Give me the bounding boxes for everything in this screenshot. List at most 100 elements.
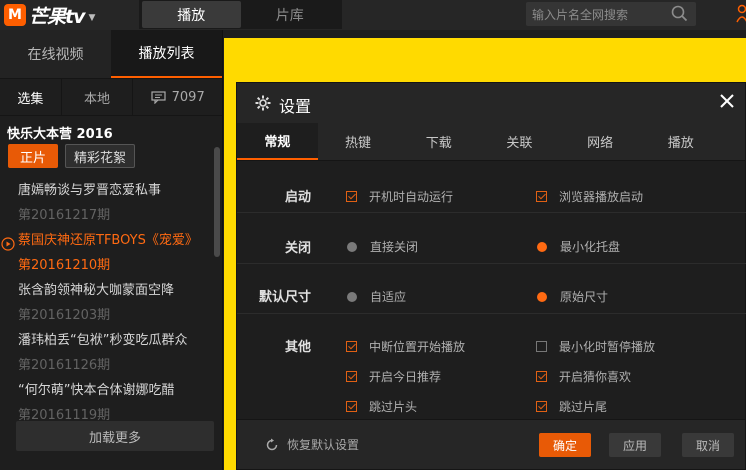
tab-general[interactable]: 常规: [237, 123, 318, 160]
tab-library[interactable]: 片库: [241, 1, 340, 28]
row-label-other: 其他: [284, 340, 311, 355]
sidebar-tabs: 在线视频 播放列表: [0, 30, 222, 79]
checkbox-today-recommend[interactable]: 开启今日推荐: [346, 368, 441, 385]
episode-date: 第20161217期: [18, 208, 111, 223]
option-label: 跳过片尾: [559, 400, 608, 414]
tab-episodes[interactable]: 选集: [0, 79, 62, 115]
checkbox-checked: [536, 371, 547, 382]
scrollbar[interactable]: [214, 147, 220, 257]
option-label: 直接关闭: [370, 240, 419, 254]
checkbox-skip-intro[interactable]: 跳过片头: [346, 398, 417, 415]
row-label-close: 关闭: [284, 241, 311, 256]
episode-list: 唐嫣畅谈与罗晋恋爱私事 第20161217期 蔡国庆神还原TFBOYS《宠爱》 …: [0, 176, 215, 426]
comments-button[interactable]: 7097: [133, 79, 222, 115]
checkbox-guess-you-like[interactable]: 开启猜你喜欢: [536, 368, 631, 385]
radio-selected: [537, 241, 547, 252]
radio-minimize-tray[interactable]: 最小化托盘: [537, 238, 620, 255]
row-label-startup: 启动: [284, 190, 311, 205]
play-icon: [1, 237, 15, 251]
row-label-default-size: 默认尺寸: [258, 290, 311, 305]
option-label: 跳过片头: [369, 400, 418, 414]
search-icon[interactable]: [671, 5, 688, 22]
tab-association[interactable]: 关联: [479, 123, 560, 160]
tab-network[interactable]: 网络: [559, 123, 641, 160]
radio-unselected: [347, 291, 357, 302]
list-item-active[interactable]: 蔡国庆神还原TFBOYS《宠爱》 第20161210期: [0, 226, 215, 276]
checkbox-checked: [536, 401, 547, 412]
load-more-button[interactable]: 加载更多: [16, 421, 214, 451]
close-icon[interactable]: [719, 93, 735, 109]
list-item[interactable]: 唐嫣畅谈与罗晋恋爱私事 第20161217期: [0, 176, 215, 226]
tab-download[interactable]: 下载: [398, 123, 480, 160]
list-item[interactable]: “何尔萌”快本合体谢娜吃醋 第20161119期: [0, 376, 215, 426]
radio-original-size[interactable]: 原始尺寸: [537, 288, 608, 305]
list-item[interactable]: 张含韵领神秘大咖蒙面空降 第20161203期: [0, 276, 215, 326]
top-bar: M 芒果tv ▼ 播放 片库 输入片名全网搜索: [0, 0, 746, 30]
episode-title: “何尔萌”快本合体谢娜吃醋: [18, 383, 175, 398]
comment-icon: [151, 90, 166, 104]
episode-date: 第20161126期: [18, 358, 111, 373]
divider: [237, 212, 746, 213]
divider: [237, 263, 746, 264]
dialog-header: 设置: [237, 83, 745, 123]
episode-date: 第20161203期: [18, 308, 111, 323]
checkbox-skip-outro[interactable]: 跳过片尾: [536, 398, 607, 415]
category-chips: 正片 精彩花絮: [0, 141, 222, 169]
chip-highlights[interactable]: 精彩花絮: [65, 144, 136, 168]
tab-play[interactable]: 播放: [142, 1, 241, 28]
user-icon[interactable]: [736, 4, 746, 24]
tab-playback[interactable]: 播放: [640, 123, 722, 160]
sidebar: 在线视频 播放列表 选集 本地 7097 快乐大本营 2016 正片 精彩花絮 …: [0, 30, 223, 470]
episode-title: 张含韵领神秘大咖蒙面空降: [18, 283, 175, 298]
checkbox-pause-on-minimize[interactable]: 最小化时暂停播放: [536, 338, 655, 355]
episode-date: 第20161210期: [18, 258, 111, 273]
option-label: 原始尺寸: [560, 290, 609, 304]
option-label: 中断位置开始播放: [369, 340, 466, 354]
settings-dialog: 设置 常规 热键 下载 关联 网络 播放 启动 开机时自动运行 浏览器播放启动: [236, 82, 746, 470]
tab-hotkeys[interactable]: 热键: [317, 123, 399, 160]
logo-badge: M: [4, 4, 26, 26]
episode-title: 蔡国庆神还原TFBOYS《宠爱》: [18, 233, 198, 248]
option-label: 最小化托盘: [560, 240, 621, 254]
option-label: 自适应: [370, 290, 407, 304]
search-placeholder: 输入片名全网搜索: [532, 8, 629, 22]
checkbox-checked: [346, 371, 357, 382]
radio-selected: [537, 291, 547, 302]
checkbox-checked: [346, 341, 357, 352]
list-item[interactable]: 潘玮柏丢“包袱”秒变吃瓜群众 第20161126期: [0, 326, 215, 376]
apply-button[interactable]: 应用: [609, 433, 661, 457]
refresh-icon: [266, 438, 278, 450]
dialog-tabs: 常规 热键 下载 关联 网络 播放: [237, 123, 745, 161]
checkbox-checked: [346, 191, 357, 202]
checkbox-checked: [346, 401, 357, 412]
ok-button[interactable]: 确定: [539, 433, 591, 457]
tab-playlist[interactable]: 播放列表: [111, 30, 222, 78]
radio-close-direct[interactable]: 直接关闭: [347, 238, 418, 255]
top-tab-bar: 播放 片库: [139, 0, 342, 29]
search-input[interactable]: 输入片名全网搜索: [526, 2, 696, 26]
sidebar-sub-tabs: 选集 本地 7097: [0, 79, 222, 116]
chevron-down-icon[interactable]: ▼: [88, 13, 95, 23]
reset-label: 恢复默认设置: [287, 438, 360, 452]
tab-online-video[interactable]: 在线视频: [0, 30, 111, 78]
radio-adaptive[interactable]: 自适应: [347, 288, 406, 305]
tab-local[interactable]: 本地: [62, 79, 134, 115]
chip-main-episodes[interactable]: 正片: [8, 144, 59, 168]
logo-text: 芒果tv: [29, 5, 85, 28]
episode-title: 唐嫣畅谈与罗晋恋爱私事: [18, 183, 162, 198]
option-label: 开机时自动运行: [369, 190, 454, 204]
comment-count: 7097: [171, 89, 205, 105]
option-label: 浏览器播放启动: [559, 190, 644, 204]
settings-body: 启动 开机时自动运行 浏览器播放启动 关闭 直接关闭 最小化托盘 默认尺寸 自适…: [237, 161, 746, 419]
dialog-title: 设置: [279, 97, 312, 116]
cancel-button[interactable]: 取消: [682, 433, 734, 457]
app-logo[interactable]: M 芒果tv ▼: [4, 3, 95, 28]
dialog-footer: 恢复默认设置 确定 应用 取消: [237, 419, 745, 469]
checkbox-checked: [536, 191, 547, 202]
checkbox-browser-launch[interactable]: 浏览器播放启动: [536, 188, 643, 205]
checkbox-autorun[interactable]: 开机时自动运行: [346, 188, 453, 205]
option-label: 开启猜你喜欢: [559, 370, 632, 384]
episode-title: 潘玮柏丢“包袱”秒变吃瓜群众: [18, 333, 188, 348]
reset-defaults-button[interactable]: 恢复默认设置: [265, 436, 359, 453]
checkbox-resume-playback[interactable]: 中断位置开始播放: [346, 338, 465, 355]
